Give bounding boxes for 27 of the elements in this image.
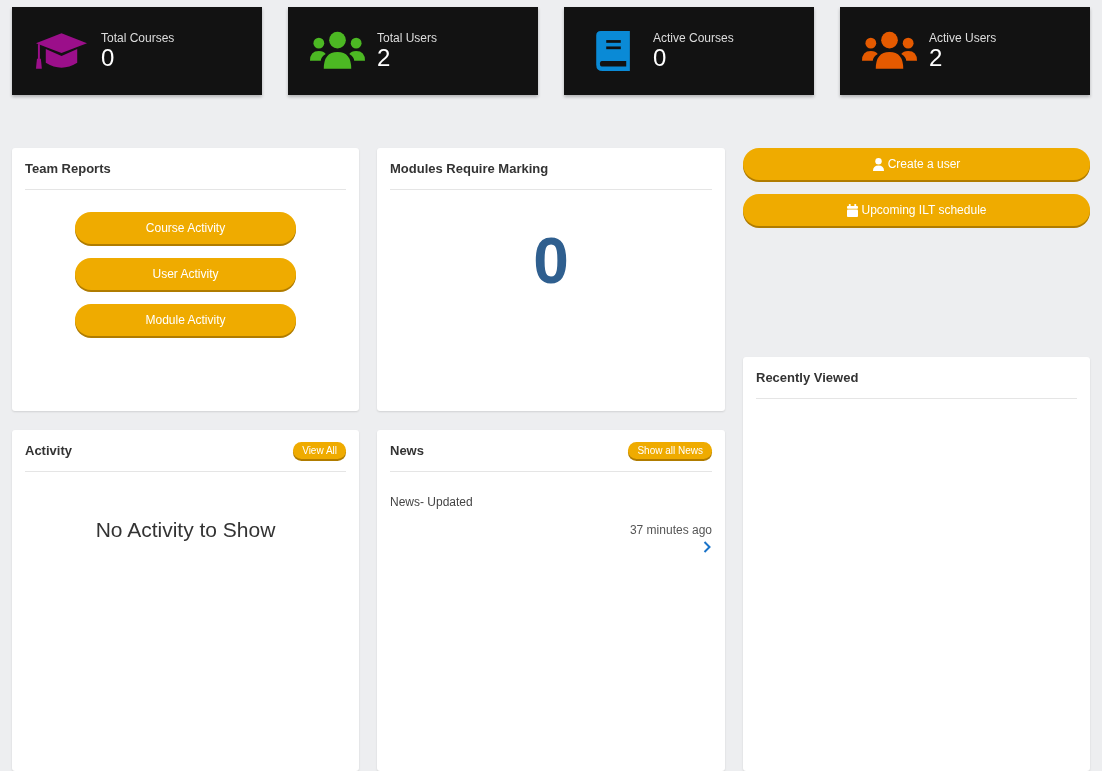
marking-count: 0 [532, 224, 570, 298]
panel-title: Activity [25, 443, 72, 458]
stat-label: Total Courses [101, 31, 175, 45]
panel-title: Modules Require Marking [390, 161, 549, 176]
panel-title: Recently Viewed [756, 370, 859, 385]
stat-label: Active Courses [653, 31, 734, 45]
stat-label: Active Users [929, 31, 997, 45]
calendar-icon [846, 203, 858, 217]
news-title: News- Updated [390, 495, 474, 509]
small-button[interactable]: Show all News [628, 442, 712, 459]
stat-value: 2 [377, 45, 392, 71]
action-button[interactable]: Create a user [743, 148, 1090, 180]
person-icon [872, 157, 884, 171]
stat-label: Total Users [377, 31, 438, 45]
panel-title: Team Reports [25, 161, 111, 176]
small-button[interactable]: View All [293, 442, 346, 459]
empty-message: No Activity to Show [94, 518, 277, 542]
chevron-right-icon[interactable] [703, 541, 711, 553]
news-time: 37 minutes ago [628, 523, 712, 537]
report-button[interactable]: Course Activity [75, 212, 296, 244]
stat-value: 2 [929, 45, 944, 71]
report-button[interactable]: Module Activity [75, 304, 296, 336]
stat-value: 0 [101, 45, 116, 71]
action-button[interactable]: Upcoming ILT schedule [743, 194, 1090, 226]
stat-value: 0 [653, 45, 668, 71]
report-button[interactable]: User Activity [75, 258, 296, 290]
panel-title: News [390, 443, 424, 458]
